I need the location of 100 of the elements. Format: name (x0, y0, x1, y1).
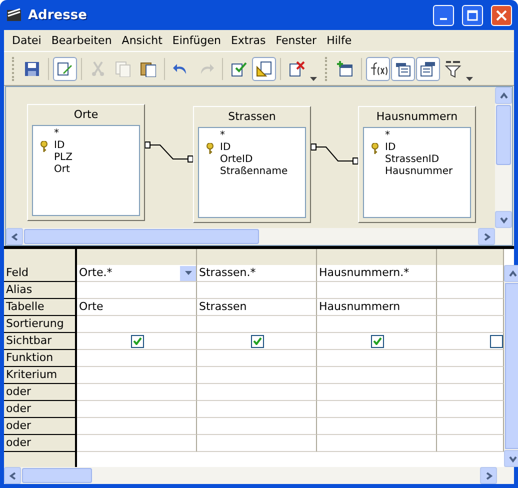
caret-icon (310, 76, 317, 80)
toolbar-button[interactable] (53, 56, 77, 80)
grid-cell[interactable]: Strassen (197, 299, 317, 316)
scroll-down-icon (500, 216, 508, 224)
row-label: oder (4, 401, 77, 418)
grid-cell[interactable] (77, 367, 197, 384)
menu-item[interactable]: Datei (7, 34, 46, 47)
row-label: Feld (4, 265, 77, 282)
grid-cell[interactable]: Strassen.* (197, 265, 317, 282)
scroll-thumb[interactable] (22, 468, 92, 483)
grid-cell[interactable] (77, 401, 197, 418)
scroll-right-icon (484, 472, 492, 480)
visible-checkbox[interactable] (251, 334, 264, 348)
grid-cell[interactable] (317, 418, 437, 435)
vertical-scrollbar[interactable] (504, 265, 518, 467)
table-icon (420, 60, 436, 76)
toolbar-button[interactable] (366, 56, 390, 80)
visible-checkbox[interactable] (490, 334, 503, 348)
grid-cell[interactable] (77, 418, 197, 435)
scroll-left-icon (10, 232, 18, 240)
grid-cell[interactable]: Orte.* (77, 265, 197, 282)
grid-cell[interactable]: Hausnummern (317, 299, 437, 316)
menu-item[interactable]: Hilfe (322, 34, 357, 47)
grid-cell[interactable]: Orte (77, 299, 197, 316)
field-name[interactable]: ID (220, 142, 231, 154)
table-window[interactable]: Strassen * ID OrteID Straßenname (193, 106, 311, 223)
scroll-up-button[interactable] (495, 87, 512, 104)
minimize-button[interactable] (433, 4, 454, 26)
grid-cell[interactable] (317, 282, 437, 299)
relation-line (144, 142, 194, 162)
scroll-right-button[interactable] (480, 467, 497, 484)
grid-cell[interactable] (317, 367, 437, 384)
visible-checkbox[interactable] (131, 334, 144, 348)
grid-cell[interactable] (77, 333, 197, 350)
scroll-left-button[interactable] (6, 228, 23, 245)
maximize-button[interactable] (462, 4, 483, 26)
menu-item[interactable]: Ansicht (116, 34, 168, 47)
row-label: oder (4, 384, 77, 401)
scroll-thumb[interactable] (505, 283, 518, 449)
grid-cell[interactable] (197, 435, 317, 452)
menu-item[interactable]: Extras (226, 34, 271, 47)
field-name[interactable]: Hausnummer (385, 166, 453, 178)
menu-item[interactable]: Einfügen (167, 34, 226, 47)
field-name[interactable]: ID (54, 140, 65, 152)
menu-item[interactable]: Bearbeiten (46, 34, 117, 47)
checked-table-icon (231, 60, 247, 76)
row-label: Funktion (4, 350, 77, 367)
grid-cell[interactable] (197, 350, 317, 367)
table-window[interactable]: Orte * ID PLZ Ort (27, 104, 145, 221)
grid-cell[interactable] (437, 333, 504, 350)
scroll-right-button[interactable] (478, 228, 495, 245)
grid-cell[interactable] (317, 384, 437, 401)
toolbar-button[interactable] (391, 56, 415, 80)
scroll-down-button[interactable] (504, 450, 518, 467)
scroll-thumb[interactable] (496, 105, 511, 165)
toolbar-button[interactable] (416, 56, 440, 80)
field-name[interactable]: StrassenID (385, 154, 440, 166)
row-label: Alias (4, 282, 77, 299)
grid-cell[interactable] (77, 384, 197, 401)
field-name[interactable]: OrteID (220, 154, 253, 166)
vertical-scrollbar[interactable] (495, 87, 512, 228)
grid-cell[interactable] (197, 333, 317, 350)
grid-cell[interactable] (77, 282, 197, 299)
table-window[interactable]: Hausnummern * ID StrassenID Hausnummer (358, 106, 476, 223)
scroll-down-button[interactable] (495, 211, 512, 228)
horizontal-scrollbar[interactable] (6, 228, 512, 245)
cell-text: Hausnummern (319, 299, 400, 315)
scroll-up-button[interactable] (504, 265, 518, 282)
grid-cell[interactable] (317, 401, 437, 418)
field-name[interactable]: ID (385, 142, 396, 154)
grid-cell[interactable] (317, 316, 437, 333)
scroll-left-button[interactable] (4, 467, 21, 484)
field-name[interactable]: * (220, 130, 225, 142)
toolbar-button[interactable] (252, 56, 276, 80)
horizontal-scrollbar[interactable] (4, 467, 514, 484)
grid-cell[interactable] (197, 316, 317, 333)
row-label: Tabelle (4, 299, 77, 316)
grid-cell[interactable] (197, 384, 317, 401)
field-name[interactable]: * (385, 130, 390, 142)
column-header[interactable] (317, 249, 437, 265)
scroll-thumb[interactable] (24, 229, 259, 244)
grid-cell[interactable] (317, 435, 437, 452)
grid-cell[interactable] (197, 367, 317, 384)
field-name[interactable]: * (54, 128, 59, 140)
grid-cell[interactable] (77, 316, 197, 333)
grid-cell[interactable] (77, 350, 197, 367)
field-name[interactable]: Straßenname (220, 166, 288, 178)
grid-cell[interactable] (197, 401, 317, 418)
field-name[interactable]: Ort (54, 164, 70, 176)
grid-cell[interactable] (317, 350, 437, 367)
grid-cell[interactable] (317, 333, 437, 350)
dropdown-button[interactable] (180, 266, 196, 280)
grid-cell[interactable]: Hausnummern.* (317, 265, 437, 282)
grid-cell[interactable] (77, 435, 197, 452)
grid-cell[interactable] (197, 282, 317, 299)
field-name[interactable]: PLZ (54, 152, 72, 164)
close-button[interactable] (491, 4, 512, 26)
menu-item[interactable]: Fenster (270, 34, 322, 47)
grid-cell[interactable] (197, 418, 317, 435)
visible-checkbox[interactable] (371, 334, 384, 348)
